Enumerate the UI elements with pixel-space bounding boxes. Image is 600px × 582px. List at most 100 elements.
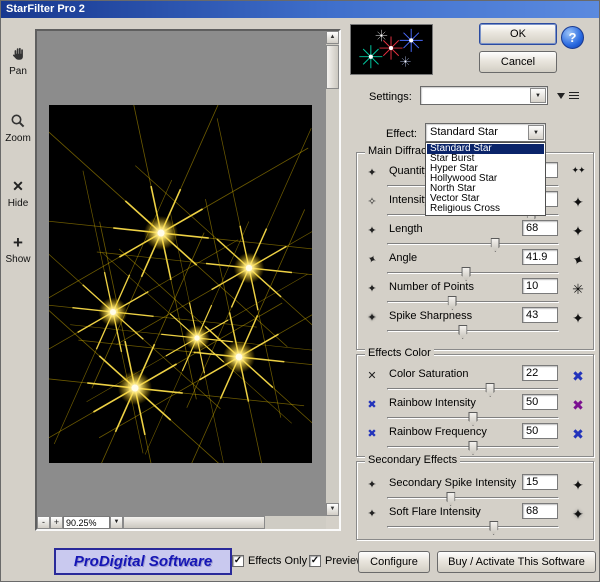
slider-channel <box>387 272 559 274</box>
effect-label: Effect: <box>386 128 417 140</box>
points-slider-thumb[interactable] <box>448 296 457 310</box>
preview-image[interactable] <box>49 105 312 463</box>
star-min-icon: ✦ <box>362 166 382 179</box>
horizontal-scrollbar[interactable] <box>123 516 326 529</box>
buy-activate-button[interactable]: Buy / Activate This Software <box>437 551 596 573</box>
tool-strip: Pan Zoom ✕ Hide + Show <box>1 18 35 581</box>
blue-x-star-icon: ✖ <box>362 427 382 440</box>
configure-button[interactable]: Configure <box>358 551 430 573</box>
vertical-scroll-thumb[interactable] <box>326 45 339 89</box>
help-icon[interactable]: ? <box>561 26 584 49</box>
effect-option[interactable]: Hollywood Star <box>427 174 544 184</box>
star-rotated-icon: ✦ <box>562 247 594 273</box>
scroll-down-icon[interactable]: ▼ <box>326 503 339 516</box>
sharpness-slider-thumb[interactable] <box>458 325 467 339</box>
slider-channel <box>387 388 559 390</box>
soft-flare-value-field[interactable] <box>522 503 558 519</box>
dropdown-arrow-icon[interactable]: ▼ <box>528 125 544 140</box>
stars-cluster-icon: ✦✦ <box>564 165 592 176</box>
star-min-icon: ✧ <box>362 195 382 208</box>
triangle-icon <box>557 93 565 99</box>
group-title: Effects Color <box>365 347 434 359</box>
scroll-up-icon[interactable]: ▲ <box>326 31 339 44</box>
hide-tool-button[interactable]: ✕ Hide <box>1 178 35 209</box>
preview-canvas[interactable] <box>37 31 326 516</box>
star-max-icon: ✦ <box>564 477 592 494</box>
dropdown-arrow-icon[interactable]: ▼ <box>530 88 546 103</box>
zoom-dropdown-button[interactable]: ▼ <box>110 516 123 529</box>
angle-value-field[interactable] <box>522 249 558 265</box>
effects-only-label: Effects Only <box>248 555 307 567</box>
zoom-tool-label: Zoom <box>1 133 35 144</box>
hide-x-icon: ✕ <box>1 178 35 195</box>
rainbow-frequency-value-field[interactable] <box>522 423 558 439</box>
titlebar[interactable]: StarFilter Pro 2 <box>1 1 599 18</box>
preview-checkbox[interactable]: ✓ Preview <box>309 555 364 567</box>
saturation-row: ✕ Color Saturation ✖ <box>362 368 590 396</box>
saturation-slider-thumb[interactable] <box>486 383 495 397</box>
settings-dropdown[interactable]: ▼ <box>420 86 548 105</box>
pan-hand-icon <box>1 46 35 63</box>
effect-option[interactable]: Hyper Star <box>427 164 544 174</box>
rainbow-frequency-slider[interactable] <box>387 441 559 454</box>
effect-dropdown[interactable]: Standard Star ▼ <box>425 123 546 142</box>
effect-option[interactable]: Standard Star <box>427 144 544 154</box>
star-rotated-icon: ✦ <box>360 250 383 270</box>
slider-channel <box>387 526 559 528</box>
pan-tool-button[interactable]: Pan <box>1 46 35 77</box>
star-min-icon: ✦ <box>362 282 382 295</box>
checkmark-icon[interactable]: ✓ <box>232 555 244 567</box>
horizontal-scroll-thumb[interactable] <box>123 516 265 529</box>
rainbow-intensity-value-field[interactable] <box>522 394 558 410</box>
effects-only-checkbox[interactable]: ✓ Effects Only <box>232 555 307 567</box>
rainbow-frequency-slider-thumb[interactable] <box>469 441 478 455</box>
secondary-spike-value-field[interactable] <box>522 474 558 490</box>
slider-channel <box>387 330 559 332</box>
sharpness-label: Spike Sharpness <box>389 310 472 322</box>
vertical-scrollbar[interactable]: ▲ ▼ <box>326 31 339 516</box>
secondary-spike-slider-thumb[interactable] <box>446 492 455 506</box>
effect-option[interactable]: Vector Star <box>427 194 544 204</box>
length-value-field[interactable] <box>522 220 558 236</box>
show-tool-button[interactable]: + Show <box>1 234 35 265</box>
secondary-effects-group: Secondary Effects ✦ Secondary Spike Inte… <box>356 461 594 540</box>
zoom-level-field[interactable] <box>63 516 110 529</box>
rainbow-intensity-slider-thumb[interactable] <box>469 412 478 426</box>
effect-thumbnail <box>350 24 433 75</box>
preset-menu-icon[interactable] <box>557 90 581 102</box>
blue-x-star-icon: ✖ <box>564 368 592 385</box>
angle-slider-thumb[interactable] <box>462 267 471 281</box>
zoom-in-button[interactable]: + <box>50 516 63 529</box>
soft-flare-slider-thumb[interactable] <box>489 521 498 535</box>
sharpness-value-field[interactable] <box>522 307 558 323</box>
rainbow-frequency-row: ✖ Rainbow Frequency ✖ <box>362 426 590 454</box>
zoom-out-button[interactable]: - <box>37 516 50 529</box>
zoom-tool-button[interactable]: Zoom <box>1 113 35 144</box>
glow-star-icon: ✦ <box>564 506 592 523</box>
show-tool-label: Show <box>1 254 35 265</box>
purple-x-star-icon: ✖ <box>564 397 592 414</box>
effect-value: Standard Star <box>430 126 498 138</box>
cancel-button[interactable]: Cancel <box>479 51 557 73</box>
effect-option[interactable]: North Star <box>427 184 544 194</box>
rainbow-frequency-label: Rainbow Frequency <box>389 426 487 438</box>
hide-tool-label: Hide <box>1 198 35 209</box>
star-min-icon: ✦ <box>362 507 382 520</box>
effect-options-list: Standard Star Star Burst Hyper Star Holl… <box>425 142 546 216</box>
secondary-spike-label: Secondary Spike Intensity <box>389 477 516 489</box>
star-max-icon: ✦ <box>564 223 592 240</box>
soft-flare-slider[interactable] <box>387 521 559 534</box>
slider-channel <box>387 301 559 303</box>
effect-option[interactable]: Religious Cross <box>427 204 544 214</box>
rainbow-intensity-row: ✖ Rainbow Intensity ✖ <box>362 397 590 425</box>
fuzzy-star-icon: ✦ <box>362 311 382 324</box>
menu-lines-icon <box>569 92 579 100</box>
sharpness-slider[interactable] <box>387 325 559 338</box>
points-value-field[interactable] <box>522 278 558 294</box>
show-plus-icon: + <box>1 234 35 251</box>
saturation-value-field[interactable] <box>522 365 558 381</box>
effect-option[interactable]: Star Burst <box>427 154 544 164</box>
ok-button[interactable]: OK <box>479 23 557 45</box>
checkmark-icon[interactable]: ✓ <box>309 555 321 567</box>
length-slider-thumb[interactable] <box>491 238 500 252</box>
